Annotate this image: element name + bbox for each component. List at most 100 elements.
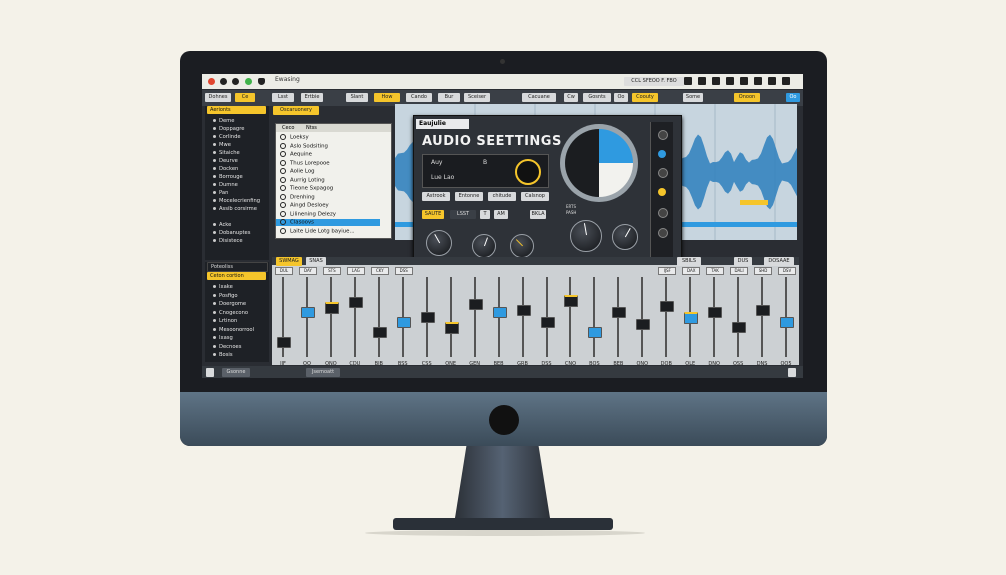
dropdown-item[interactable]: Lilinening Delezy [280, 211, 336, 217]
channel-fader[interactable] [636, 319, 651, 330]
plugin-button[interactable]: chitude [488, 192, 516, 201]
channel-insert-button[interactable]: DSV [778, 267, 797, 275]
channel-fader[interactable] [277, 337, 291, 348]
channel-fader[interactable] [300, 307, 315, 318]
low-knob[interactable] [472, 234, 496, 258]
toolbar-button[interactable]: Cw [564, 93, 578, 102]
record-icon[interactable] [712, 77, 720, 85]
dropdown-item[interactable]: Loeksy [280, 134, 309, 141]
browser-item[interactable]: Mocelecrienfing [213, 198, 260, 204]
solo-button-icon[interactable] [658, 168, 668, 178]
gain-knob[interactable] [426, 230, 452, 256]
toolbar-button[interactable]: Oscaruonery [273, 106, 319, 115]
toolbar-button[interactable]: How [374, 93, 400, 102]
section-button[interactable]: Ceton cortion [207, 272, 266, 280]
grid-icon[interactable] [726, 77, 734, 85]
toolbar-button[interactable]: Oo [614, 93, 628, 102]
channel-fader[interactable] [372, 327, 387, 338]
toolbar-button[interactable]: Dohnes [205, 93, 231, 102]
audio-settings-plugin[interactable]: Eaujulie AUDIO SEETTINGS Auy B Lue Lao A… [413, 115, 682, 269]
effect-item[interactable]: Lrtinon [213, 318, 237, 324]
dropdown-item[interactable]: Tieone Sxpagog [280, 185, 333, 192]
main-dial[interactable] [560, 124, 638, 202]
channel-fader[interactable] [708, 307, 723, 318]
channel-insert-button[interactable]: CKY [370, 267, 389, 275]
toolbar-button[interactable]: Oo [786, 93, 800, 102]
browser-item[interactable]: Corlinde [213, 134, 241, 140]
browser-item[interactable]: Sitaiche [213, 150, 240, 156]
channel-insert-button[interactable]: STS [322, 267, 341, 275]
dropdown-item[interactable]: Laite Lide Lotg bayiue... [280, 228, 355, 234]
browser-item[interactable]: Pan [213, 190, 228, 196]
channel-fader[interactable] [444, 322, 459, 334]
dropdown-item[interactable]: Aolie Log [280, 168, 315, 175]
toolbar-button[interactable]: Bur [438, 93, 460, 102]
plugin-small-button[interactable]: SAUTE [422, 210, 444, 219]
channel-fader[interactable] [396, 317, 411, 328]
channel-fader[interactable] [540, 317, 555, 328]
browser-item[interactable]: Dobanuptes [213, 230, 250, 236]
channel-fader[interactable] [612, 307, 627, 318]
status-center[interactable]: Jsemoatt [306, 368, 340, 377]
field1-value[interactable]: B [483, 159, 487, 166]
browser-item[interactable]: Acke [213, 222, 231, 228]
minimize-window-icon[interactable] [220, 78, 227, 85]
channel-fader[interactable] [588, 327, 603, 338]
channel-fader[interactable] [684, 312, 699, 324]
plugin-small-button[interactable]: BKLA [530, 210, 546, 219]
toolbar-button[interactable]: Ertbie [301, 93, 323, 102]
browser-item[interactable]: Mwe [213, 142, 231, 148]
layers-icon[interactable] [698, 77, 706, 85]
effect-item[interactable]: Posfigo [213, 293, 238, 299]
monitor-icon[interactable] [684, 77, 692, 85]
channel-insert-button[interactable]: SHD [754, 267, 773, 275]
section-header[interactable]: Aerionts [207, 106, 266, 114]
toolbar-button[interactable]: Slant [346, 93, 368, 102]
channel-fader[interactable] [756, 305, 771, 316]
section-header[interactable]: Poteoliss [207, 262, 268, 272]
browser-item[interactable]: Dumne [213, 182, 238, 188]
toolbar-button[interactable]: Some [683, 93, 703, 102]
channel-insert-button[interactable]: LAG [346, 267, 365, 275]
channel-insert-button[interactable]: DAY [298, 267, 317, 275]
settings-icon[interactable] [782, 77, 790, 85]
toolbar-button[interactable]: Cando [406, 93, 432, 102]
dropdown-item[interactable]: Aurrig Loting [280, 177, 325, 183]
channel-insert-button[interactable]: IJSF [658, 267, 677, 275]
channel-fader[interactable] [732, 322, 747, 333]
browser-item[interactable]: Disistece [213, 238, 243, 244]
channel-fader[interactable] [660, 301, 675, 312]
effect-item[interactable]: Ixasg [213, 335, 233, 341]
status-left[interactable]: Gsonne [222, 368, 250, 377]
plugin-small-button[interactable]: T [480, 210, 490, 219]
phase-button-icon[interactable] [658, 228, 668, 238]
status-right-icon[interactable] [788, 368, 796, 377]
output-knob[interactable] [570, 220, 602, 252]
dropdown-item[interactable]: Thus Lorepooe [280, 160, 330, 166]
browser-item[interactable]: Borrouge [213, 174, 243, 180]
channel-insert-button[interactable]: DUL [275, 267, 293, 275]
dropdown-item[interactable]: Drenhing [280, 194, 315, 200]
maximize-window-icon[interactable] [232, 78, 239, 85]
channel-insert-button[interactable]: DSS [394, 267, 413, 275]
close-window-icon[interactable] [208, 78, 215, 85]
toolbar-button[interactable]: Cacuane [522, 93, 556, 102]
bypass-button-icon[interactable] [658, 150, 666, 158]
dropdown-item[interactable]: Clasoovs [276, 219, 380, 226]
search-box[interactable]: CCL SFEOO F. FBO [624, 77, 684, 86]
plugin-button[interactable]: Calsnop [521, 192, 549, 201]
channel-fader[interactable] [492, 307, 507, 318]
channel-fader[interactable] [324, 302, 339, 314]
heart-icon[interactable] [258, 78, 265, 85]
effect-item[interactable]: Ixake [213, 284, 233, 290]
toolbar-button[interactable]: Onoon [734, 93, 760, 102]
dropdown-item[interactable]: Aingd Desloey [280, 202, 329, 209]
toolbar-button[interactable]: Lsst [272, 93, 294, 102]
plugin-button[interactable]: Astrook [422, 192, 450, 201]
browser-item[interactable]: Deurve [213, 158, 238, 164]
toolbar-button[interactable]: Coouty [632, 93, 658, 102]
channel-fader[interactable] [468, 299, 483, 310]
channel-insert-button[interactable]: TAK [706, 267, 725, 275]
effect-item[interactable]: Bosis [213, 352, 233, 358]
track-list-dropdown[interactable]: Ceco Ntss Loeksy Aslo Sodsiting Aequine Thu… [275, 123, 392, 239]
